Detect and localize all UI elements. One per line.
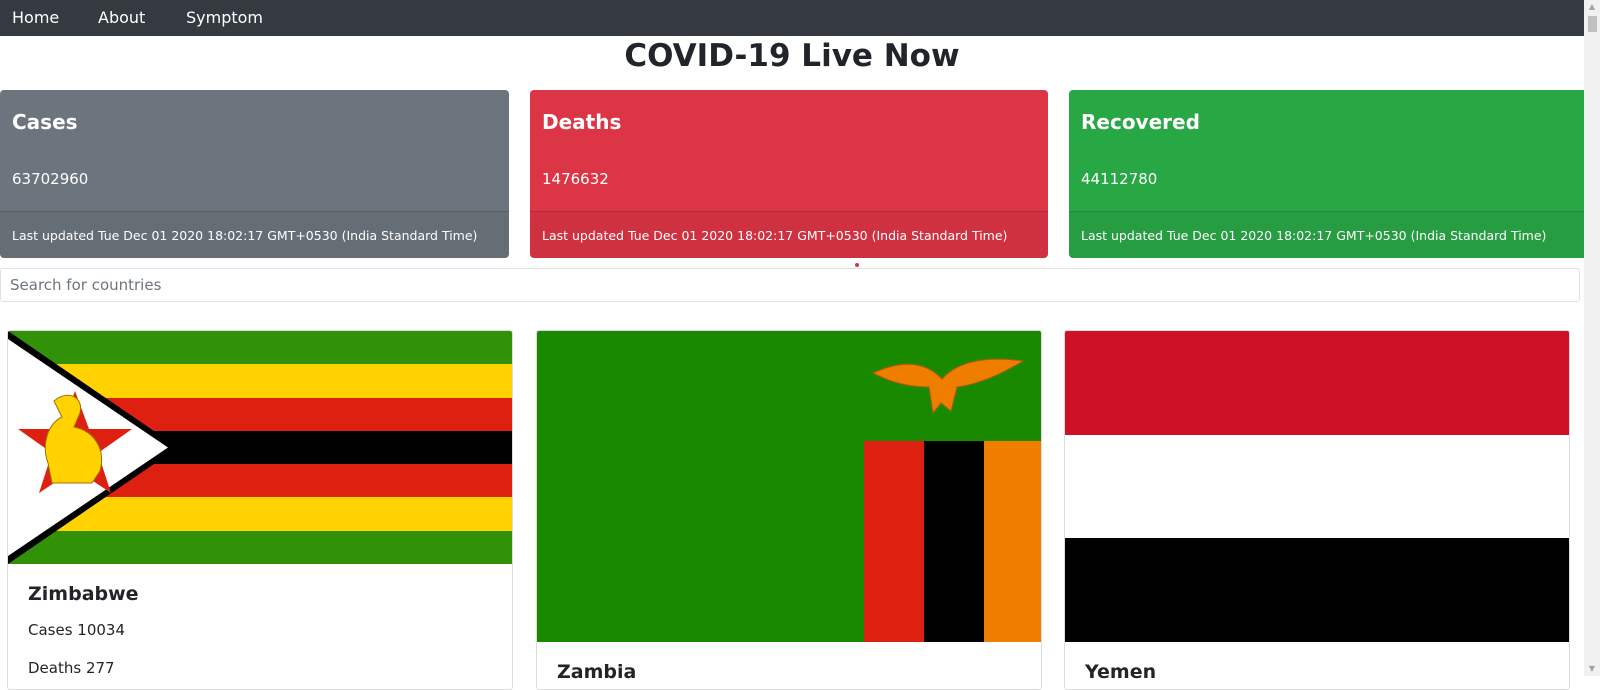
deaths-card-title: Deaths bbox=[542, 110, 622, 134]
country-card-zambia[interactable]: Zambia bbox=[536, 330, 1042, 690]
deaths-card: Deaths 1476632 Last updated Tue Dec 01 2… bbox=[530, 90, 1048, 258]
scroll-up-icon[interactable]: ▲ bbox=[1584, 0, 1600, 14]
nav-about-link[interactable]: About bbox=[98, 0, 145, 36]
country-name: Zimbabwe bbox=[28, 583, 139, 605]
top-navbar: Home About Symptom bbox=[0, 0, 1584, 36]
country-name: Zambia bbox=[557, 661, 637, 683]
country-card-yemen[interactable]: Yemen bbox=[1064, 330, 1570, 690]
deaths-card-updated: Last updated Tue Dec 01 2020 18:02:17 GM… bbox=[530, 211, 1048, 258]
recovered-card-value: 44112780 bbox=[1081, 170, 1158, 188]
country-search-input[interactable] bbox=[0, 268, 1580, 302]
vertical-scrollbar[interactable]: ▲ ▼ bbox=[1584, 0, 1600, 676]
country-name: Yemen bbox=[1085, 661, 1157, 683]
deaths-card-value: 1476632 bbox=[542, 170, 609, 188]
cases-card-value: 63702960 bbox=[12, 170, 89, 188]
cases-card-title: Cases bbox=[12, 110, 78, 134]
country-card-zimbabwe[interactable]: Zimbabwe Cases 10034 Deaths 277 bbox=[7, 330, 513, 690]
indicator-dot bbox=[855, 263, 859, 267]
country-cases: Cases 10034 bbox=[28, 621, 126, 639]
recovered-card: Recovered 44112780 Last updated Tue Dec … bbox=[1069, 90, 1584, 258]
country-deaths: Deaths 277 bbox=[28, 659, 115, 677]
cases-card-updated: Last updated Tue Dec 01 2020 18:02:17 GM… bbox=[0, 211, 509, 258]
zambia-flag-image bbox=[537, 331, 1041, 642]
yemen-flag-image bbox=[1065, 331, 1569, 642]
cases-card: Cases 63702960 Last updated Tue Dec 01 2… bbox=[0, 90, 509, 258]
scrollbar-thumb[interactable] bbox=[1588, 16, 1597, 32]
scroll-down-icon[interactable]: ▼ bbox=[1584, 662, 1600, 676]
nav-home-link[interactable]: Home bbox=[12, 0, 59, 36]
page-title: COVID-19 Live Now bbox=[624, 38, 960, 74]
recovered-card-updated: Last updated Tue Dec 01 2020 18:02:17 GM… bbox=[1069, 211, 1584, 258]
recovered-card-title: Recovered bbox=[1081, 110, 1200, 134]
nav-symptom-link[interactable]: Symptom bbox=[186, 0, 263, 36]
zimbabwe-flag-image bbox=[8, 331, 512, 564]
